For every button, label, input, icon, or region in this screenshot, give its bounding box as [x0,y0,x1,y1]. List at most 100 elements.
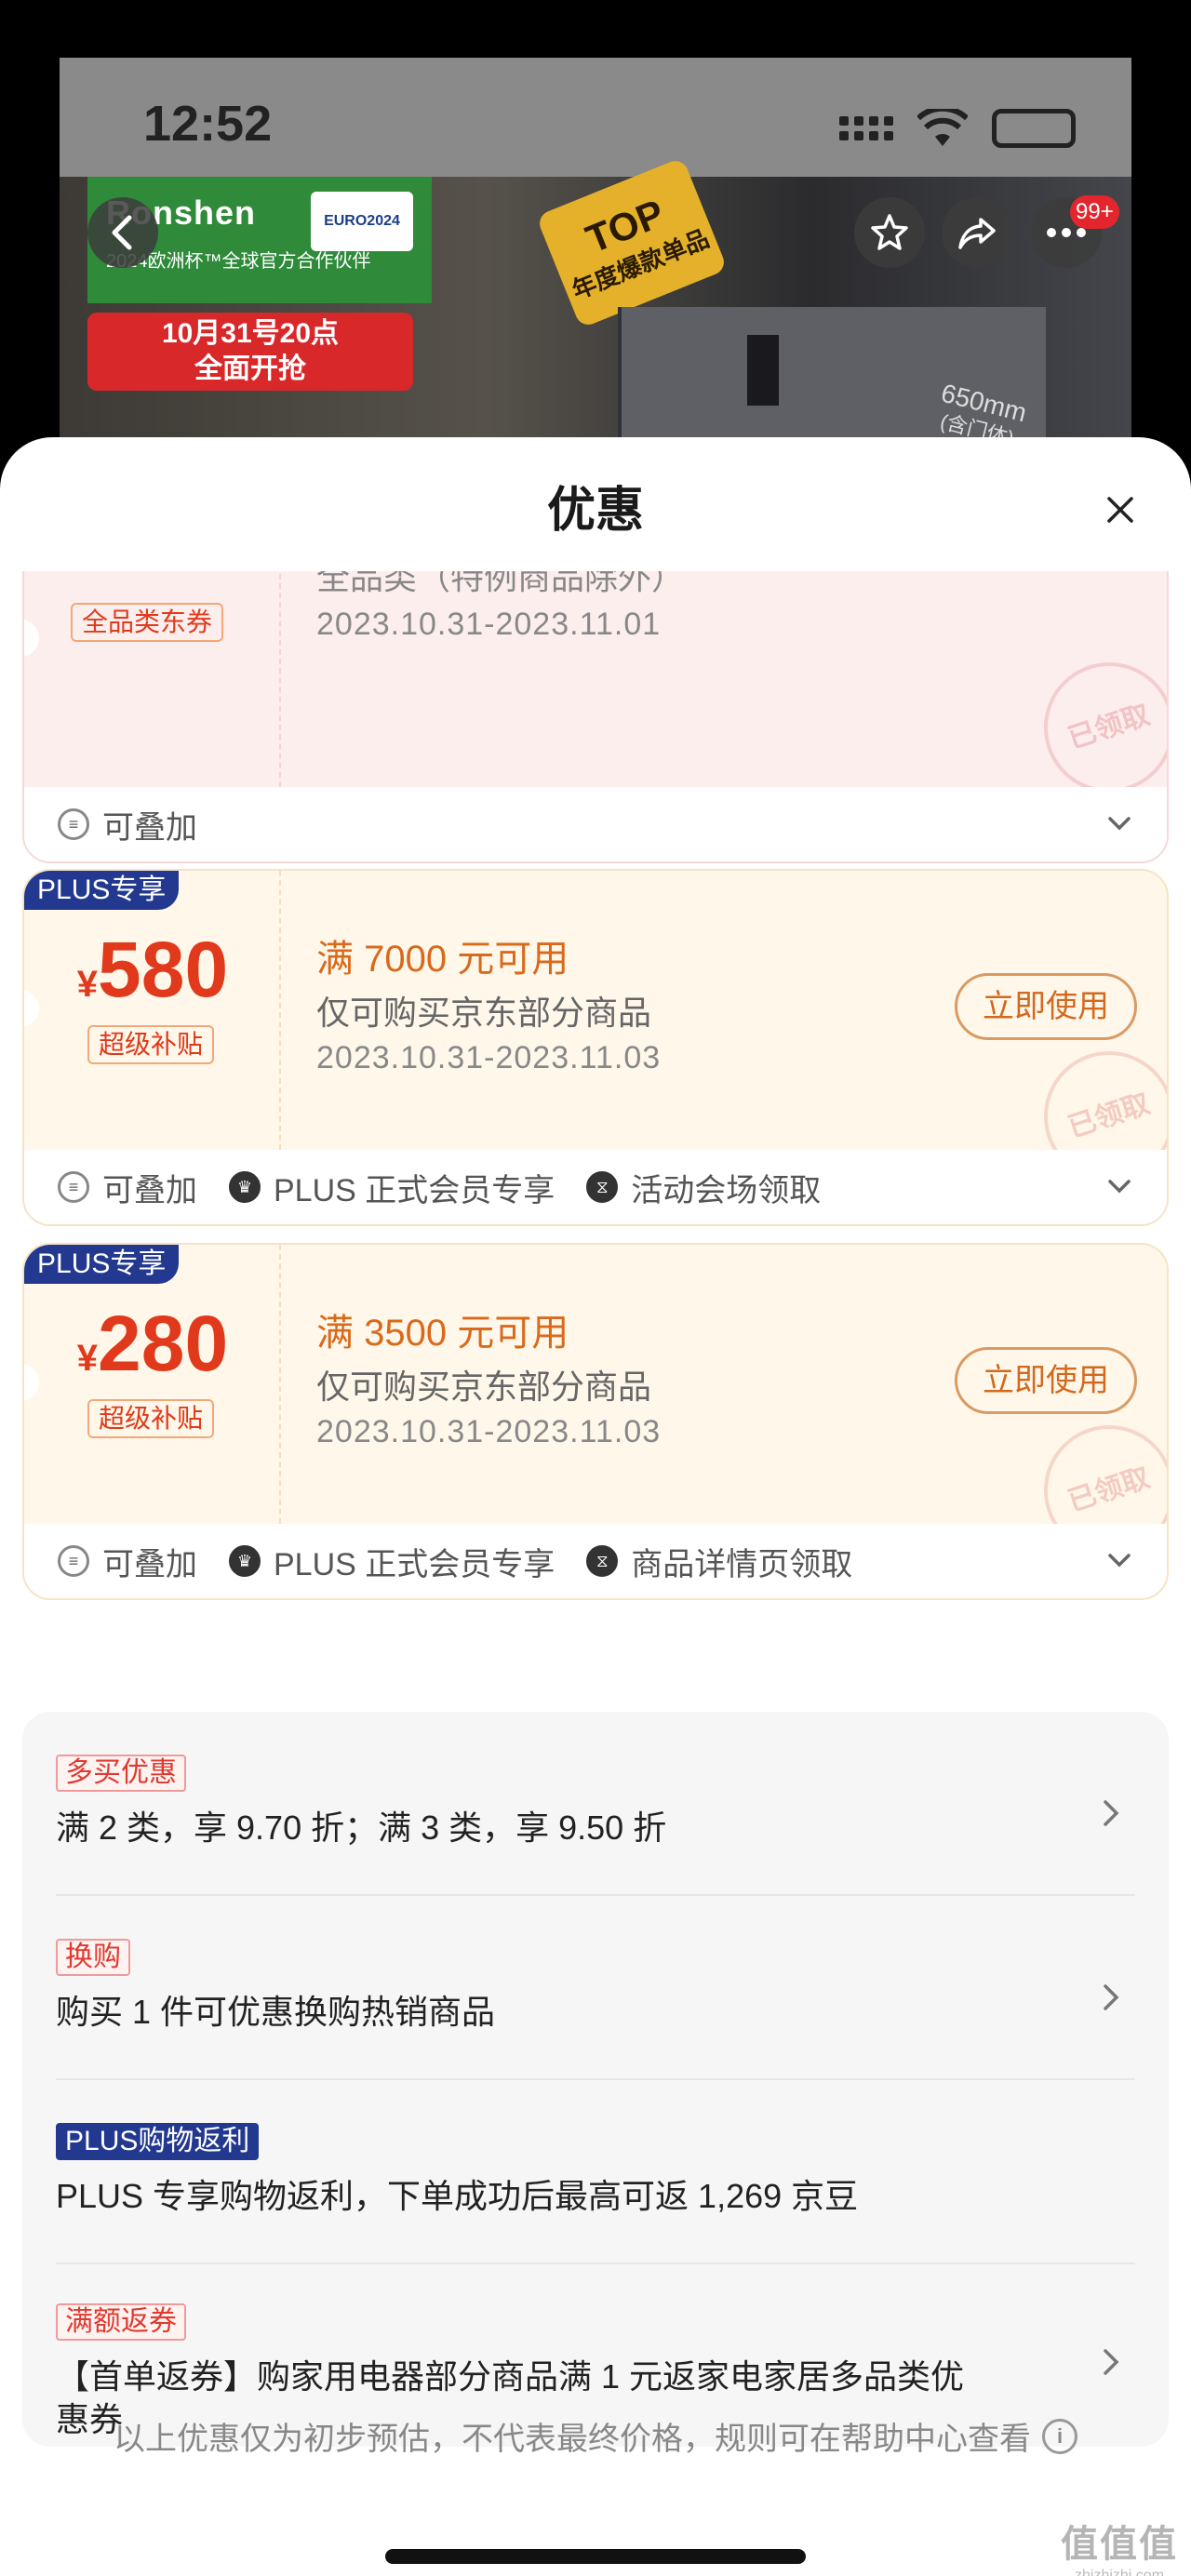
claimed-stamp: 已领取 [1026,645,1167,810]
share-button[interactable] [942,197,1012,268]
disclaimer: 以上优惠仅为初步预估，不代表最终价格，规则可在帮助中心查看 i [0,2413,1191,2459]
footer-item-plus-member: ♛ PLUS 正式会员专享 [229,1165,555,1210]
promotion-row[interactable]: PLUS购物返利 PLUS 专享购物返利，下单成功后最高可返 1,269 京豆 [56,2123,1135,2218]
back-button[interactable] [87,197,158,268]
coupon-footer[interactable]: ≡ 可叠加 [24,787,1167,861]
favorite-button[interactable] [854,197,925,268]
divider [56,1894,1135,1896]
more-dots-icon [1047,228,1086,237]
coupon-amount-area: PLUS专享 ¥280 超级补贴 [24,1245,281,1524]
watermark-url: zhizhizhi.com [1074,2568,1165,2576]
footer-item-source: ⧖ 商品详情页领取 [586,1539,852,1584]
coupon-type-tag: 全品类东券 [71,603,224,642]
coupon-scope: 全品类（特例商品除外） [316,571,686,596]
footer-item-stackable: ≡ 可叠加 [58,802,197,848]
footer-label: 活动会场领取 [631,1172,822,1208]
footer-label: 可叠加 [102,1546,197,1582]
status-time: 12:52 [143,96,273,152]
close-icon [1107,497,1133,523]
crown-icon: ♛ [229,1545,261,1577]
footer-label: 商品详情页领取 [631,1546,853,1582]
chevron-right-icon [1104,1800,1119,1826]
footer-item-stackable: ≡ 可叠加 [58,1165,197,1210]
chevron-down-icon[interactable] [1105,1546,1133,1574]
crown-icon: ♛ [229,1171,261,1203]
info-icon[interactable]: i [1042,2418,1077,2454]
ticket-icon: ⧖ [586,1545,619,1577]
coupon-currency: ¥ [76,1338,99,1379]
discount-sheet: 优惠 ¥ 全品类东券 全品类（特例商品除外） 2023.10.31-2023.1… [0,437,1191,2576]
use-now-button[interactable]: 立即使用 [955,973,1137,1040]
euro-badge: EURO2024 [311,192,413,251]
coupon-footer[interactable]: ≡ 可叠加 ♛ PLUS 正式会员专享 ⧖ 活动会场领取 [24,1150,1167,1224]
use-now-button[interactable]: 立即使用 [955,1347,1137,1414]
coupon-scope: 仅可购买京东部分商品 [316,994,652,1032]
promotion-tag: 满额返券 [56,2303,186,2341]
coupon-body: PLUS专享 ¥580 超级补贴 满 7000 元可用 仅可购买京东部分商品 2… [24,871,1167,1199]
share-icon [958,218,996,249]
footer-item-source: ⧖ 活动会场领取 [586,1165,821,1210]
coupon-condition: 满 7000 元可用 [316,939,569,980]
chevron-down-icon[interactable] [1105,1172,1133,1200]
coupon-card: ¥ 全品类东券 全品类（特例商品除外） 2023.10.31-2023.11.0… [22,571,1169,863]
coupon-amount: ¥280 [24,1299,281,1389]
top-badge: TOP 年度爆款单品 [535,156,729,329]
coupon-dates: 2023.10.31-2023.11.03 [316,1414,662,1449]
footer-item-stackable: ≡ 可叠加 [58,1539,197,1584]
promotion-list: 多买优惠 满 2 类，享 9.70 折；满 3 类，享 9.50 折 换购 购买… [22,1712,1169,2447]
status-bar: 12:52 [60,58,1131,177]
coupon-amount-area: PLUS专享 ¥580 超级补贴 [24,871,281,1150]
coupon-amount-area: ¥ 全品类东券 [24,571,281,787]
stackable-icon: ≡ [58,1545,89,1577]
disclaimer-text: 以上优惠仅为初步预估，不代表最终价格，规则可在帮助中心查看 [114,2422,1031,2457]
coupon-footer[interactable]: ≡ 可叠加 ♛ PLUS 正式会员专享 ⧖ 商品详情页领取 [24,1524,1167,1598]
coupon-dates: 2023.10.31-2023.11.03 [316,1040,662,1075]
coupon-dates: 2023.10.31-2023.11.01 [316,607,662,642]
promotion-row[interactable]: 多买优惠 满 2 类，享 9.70 折；满 3 类，享 9.50 折 [56,1755,1135,1849]
status-icons [839,109,1076,148]
battery-icon [992,109,1076,148]
chevron-down-icon[interactable] [1105,809,1133,837]
coupon-amount-value: 280 [98,1300,229,1387]
promotion-text: PLUS 专享购物返利，下单成功后最高可返 1,269 京豆 [56,2177,859,2215]
coupon-card: PLUS专享 ¥280 超级补贴 满 3500 元可用 仅可购买京东部分商品 2… [22,1243,1169,1600]
sheet-title: 优惠 [546,484,644,538]
chevron-right-icon [1104,1984,1119,2010]
sale-banner-line1: 10月31号20点 [161,318,340,349]
wifi-icon [917,109,968,146]
coupon-body: PLUS专享 ¥280 超级补贴 满 3500 元可用 仅可购买京东部分商品 2… [24,1245,1167,1573]
stackable-icon: ≡ [58,1171,89,1203]
promotion-tag: 多买优惠 [56,1755,186,1792]
coupon-body: ¥ 全品类东券 全品类（特例商品除外） 2023.10.31-2023.11.0… [24,571,1167,810]
ticket-icon: ⧖ [586,1171,619,1203]
product-page-background: 12:52 Ronshen 2024欧洲杯™全球官方合作伙伴 EURO2024 … [0,0,1191,484]
coupon-type-tag: 超级补贴 [87,1399,215,1438]
promotion-text: 满 2 类，享 9.70 折；满 3 类，享 9.50 折 [56,1809,667,1847]
coupon-scope: 仅可购买京东部分商品 [316,1368,652,1406]
sale-banner: 10月31号20点 全面开抢 [87,313,413,391]
promotion-tag: PLUS购物返利 [56,2123,260,2160]
promotion-row[interactable]: 换购 购买 1 件可优惠换购热销商品 [56,1939,1135,2034]
watermark: 值值值 zhizhizhi.com [1050,2514,1189,2576]
divider [56,2078,1135,2080]
coupon-scroll-area[interactable]: ¥ 全品类东券 全品类（特例商品除外） 2023.10.31-2023.11.0… [0,571,1191,2576]
sale-banner-line2: 全面开抢 [194,354,306,384]
fridge-control-panel [747,335,779,406]
watermark-text: 值值值 [1061,2524,1178,2565]
star-icon [871,214,908,250]
promotion-text: 购买 1 件可优惠换购热销商品 [56,1993,496,2031]
footer-label: PLUS 正式会员专享 [274,1172,555,1208]
footer-label: PLUS 正式会员专享 [274,1546,555,1582]
message-count-badge: 99+ [1070,195,1119,229]
coupon-currency: ¥ [76,964,99,1005]
home-indicator[interactable] [385,2549,806,2564]
coupon-condition: 满 3500 元可用 [316,1313,569,1354]
close-button[interactable] [1094,484,1146,536]
coupon-card: PLUS专享 ¥580 超级补贴 满 7000 元可用 仅可购买京东部分商品 2… [22,869,1169,1226]
coupon-amount: ¥580 [24,925,281,1015]
promotion-tag: 换购 [56,1939,130,1976]
coupon-type-tag: 超级补贴 [87,1025,215,1064]
coupon-amount-value: 580 [98,926,229,1013]
plus-exclusive-tag: PLUS专享 [24,1245,180,1284]
plus-exclusive-tag: PLUS专享 [24,871,180,910]
